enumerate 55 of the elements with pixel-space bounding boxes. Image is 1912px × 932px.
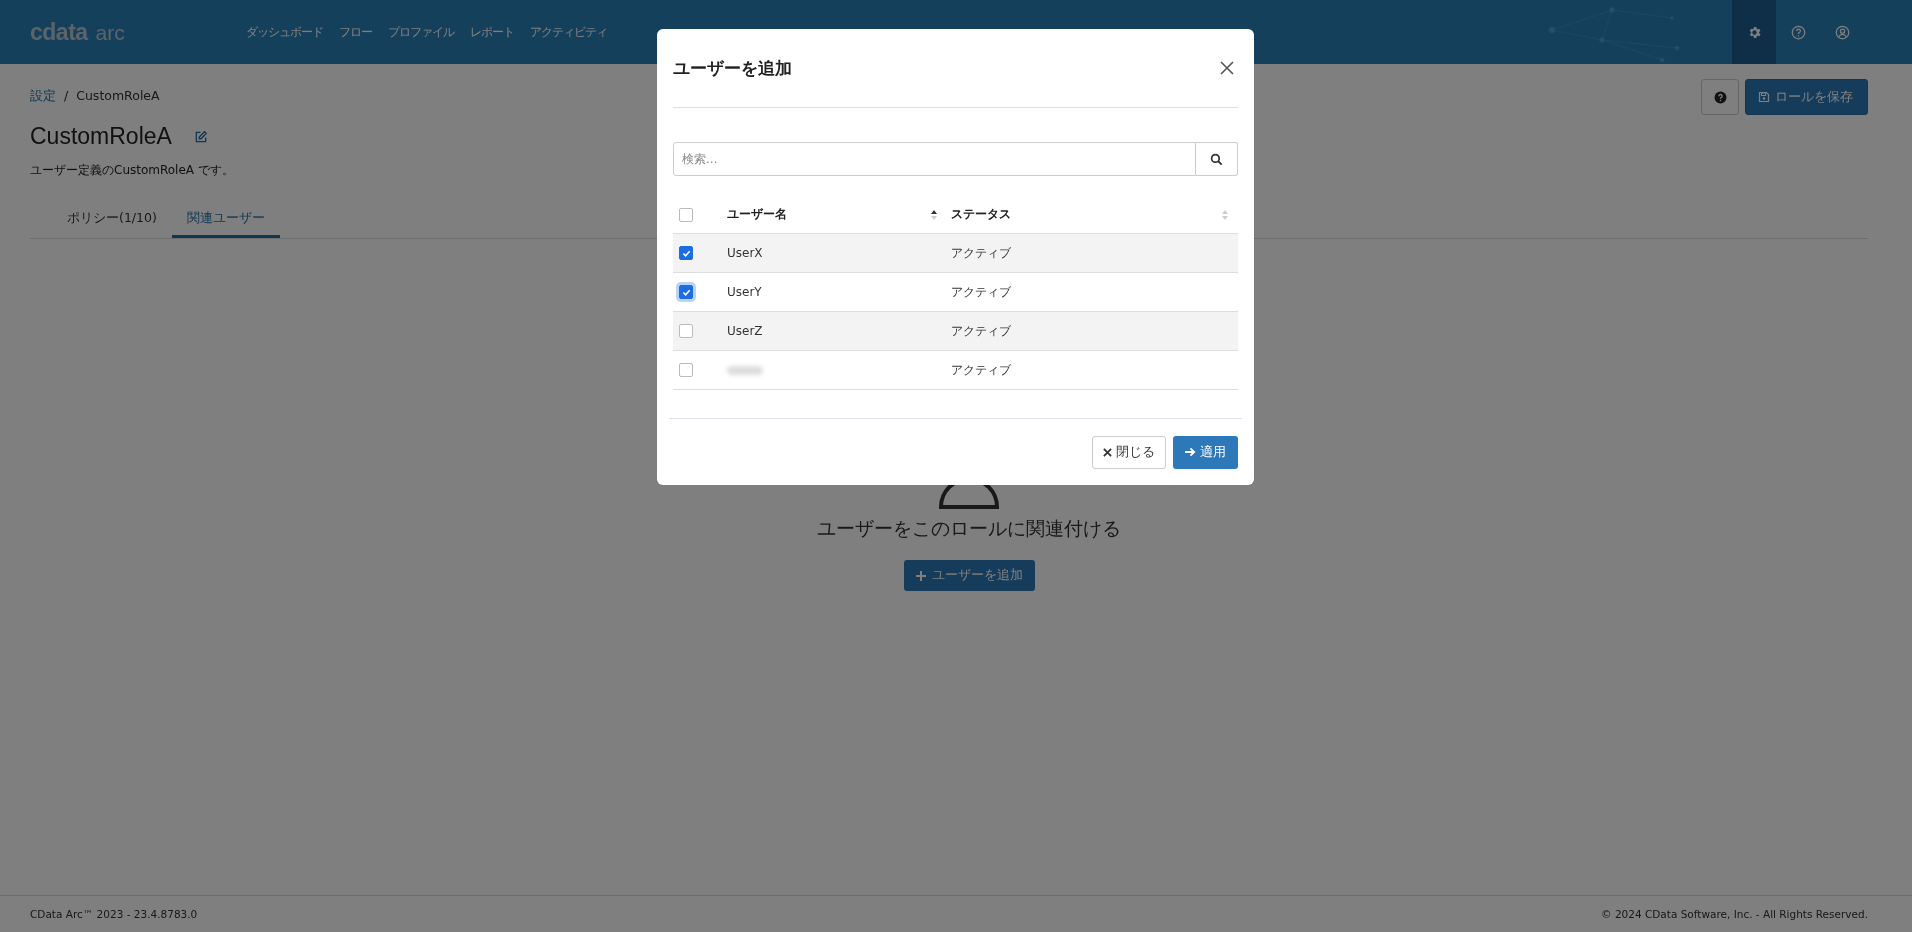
user-row[interactable]: アクティブ [673,350,1238,390]
close-icon [1103,447,1112,457]
breadcrumb-link[interactable]: 設定 [30,88,56,105]
search-field[interactable]: 検索... [673,142,1196,176]
column-header[interactable]: ステータス [951,206,1011,223]
table-cell: UserX [727,246,763,260]
empty-state-message: ユーザーをこのロールに関連付ける [817,516,1121,541]
nav-link[interactable]: レポート [470,23,514,41]
help-icon [1713,90,1727,104]
row-checkbox[interactable] [679,363,693,378]
breadcrumb-separator: / [64,88,69,105]
help-icon [1790,24,1806,40]
table-cell: アクティブ [951,284,1011,299]
add-user-button[interactable]: ユーザーを追加 [903,560,1035,591]
table-cell: UserZ [727,324,763,338]
nav-link[interactable]: プロファイル [388,23,454,41]
nav-link[interactable]: アクティビティ [530,23,607,41]
edit-icon[interactable] [193,129,208,144]
logo[interactable]: cdata arc [30,18,246,46]
logo-brand: cdata [30,18,88,46]
check-icon [681,248,691,258]
dialog-title: ユーザーを追加 [673,56,792,80]
apply-button[interactable]: 適用 [1173,435,1238,469]
table-cell: アクティブ [951,323,1011,338]
row-checkbox[interactable] [679,285,693,300]
tab[interactable]: ポリシー(1/10) [52,201,172,238]
page-title: CustomRoleA [30,123,172,150]
settings-button[interactable] [1732,0,1776,64]
table-cell: UserY [727,285,762,299]
search-icon [1210,152,1223,166]
version-text: CData Arc™ 2023 - 23.4.8783.0 [30,908,198,920]
sort-icon[interactable] [931,208,937,221]
tab[interactable]: 関連ユーザー [171,201,280,238]
select-all-checkbox[interactable] [679,207,693,222]
save-icon [1758,91,1770,103]
breadcrumb-current: CustomRoleA [76,88,160,105]
nav-link[interactable]: ダッシュボード [246,23,323,41]
row-checkbox[interactable] [679,324,693,339]
arrow-icon [1185,447,1196,457]
copyright-text: © 2024 CData Software, Inc. - All Rights Reserved. [1601,908,1868,920]
row-checkbox[interactable] [679,246,693,261]
table-cell: アクティブ [951,362,1011,377]
search-button[interactable] [1196,142,1238,176]
check-icon [681,287,691,297]
close-dialog-button[interactable]: 閉じる [1092,435,1166,469]
save-role-button[interactable]: ロールを保存 [1745,79,1868,115]
role-description: ユーザー定義のCustomRoleA です。 [30,162,234,179]
column-header[interactable]: ユーザー名 [727,206,787,223]
help-button[interactable] [1701,79,1739,115]
logo-product: arc [95,20,125,45]
user-icon [1834,24,1850,40]
close-icon [1220,61,1234,75]
table-cell: アクティブ [951,245,1011,260]
nav-link[interactable]: フロー [339,23,372,41]
user-row[interactable]: UserY アクティブ [673,272,1238,312]
